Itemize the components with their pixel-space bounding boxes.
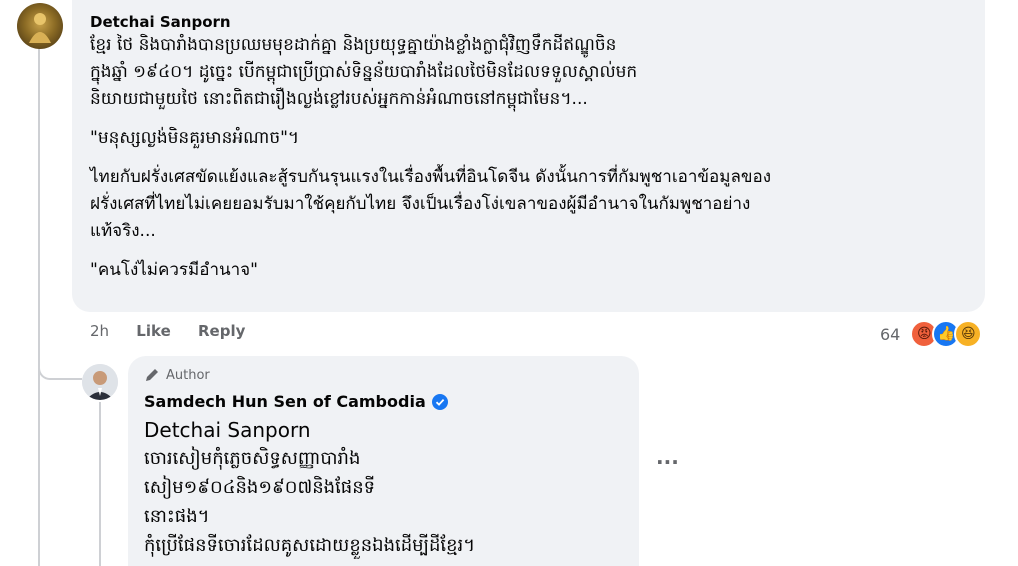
comment-bubble: Detchai Sanporn ខ្មែរ ថៃ និងបារាំងបានប្រ… bbox=[72, 0, 985, 312]
reply-author[interactable]: Samdech Hun Sen of Cambodia bbox=[144, 392, 426, 411]
comment-body: ខ្មែរ ថៃ និងបារាំងបានប្រឈមមុខដាក់គ្នា និ… bbox=[90, 32, 771, 284]
comment-line: ไทยกับฝรั่งเศสขัดแย้งและสู้รบกันรุนแรงใน… bbox=[90, 167, 772, 187]
thread-line-reply bbox=[99, 402, 101, 566]
comment-line: "คนโง่ไม่ควรมีอำนาจ" bbox=[90, 260, 258, 280]
person-photo-icon bbox=[82, 364, 118, 400]
verified-badge-icon bbox=[431, 393, 448, 410]
avatar[interactable] bbox=[17, 3, 63, 49]
like-button[interactable]: Like bbox=[136, 322, 170, 340]
reply-line: កុំប្រើផែនទីចោរដែលគូសដោយខ្លួនឯងដើម្បីដីខ… bbox=[144, 535, 476, 556]
haha-reaction-icon: 😆 bbox=[954, 320, 983, 348]
reply-body: Detchai Sanporn ចោរសៀមកុំភ្លេចសិទ្ធសញ្ញា… bbox=[144, 416, 475, 560]
reply-avatar[interactable] bbox=[82, 364, 118, 400]
comment-actions: 2h Like Reply bbox=[90, 322, 267, 340]
comment-line: ក្នុងឆ្នាំ ១៩៤០។ ដូច្នេះ បើកម្ពុជាប្រើប្… bbox=[90, 62, 638, 82]
reaction-summary[interactable]: 64 😡 👍 😆 bbox=[880, 320, 983, 348]
thread-line-main bbox=[38, 48, 40, 566]
pen-icon bbox=[146, 369, 158, 381]
reply-line: នោះផង។ bbox=[144, 506, 210, 527]
more-options-button[interactable]: ··· bbox=[656, 450, 679, 474]
reply-line: ចោរសៀមកុំភ្លេចសិទ្ធសញ្ញាបារាំង bbox=[144, 448, 361, 469]
comment-line: แท้จริง... bbox=[90, 221, 156, 241]
mention-link[interactable]: Detchai Sanporn bbox=[144, 416, 475, 444]
comment-line: ฝรั่งเศสที่ไทยไม่เคยยอมรับมาใช้คุยกับไทย… bbox=[90, 194, 751, 214]
comment-line: និយាយជាមួយថៃ នោះពិតជារឿងល្ងង់ខ្លៅរបស់អ្ន… bbox=[90, 89, 588, 109]
reaction-count[interactable]: 64 bbox=[880, 325, 900, 344]
comment-author[interactable]: Detchai Sanporn bbox=[90, 13, 231, 31]
reply-author-row: Samdech Hun Sen of Cambodia bbox=[144, 392, 448, 411]
reply-bubble: Author Samdech Hun Sen of Cambodia Detch… bbox=[128, 356, 639, 566]
comment-time[interactable]: 2h bbox=[90, 322, 109, 340]
reply-button[interactable]: Reply bbox=[198, 322, 245, 340]
buddha-image-icon bbox=[29, 13, 51, 43]
thread-line-branch bbox=[38, 360, 82, 380]
author-badge: Author bbox=[144, 367, 210, 383]
comment-line: "មនុស្សល្ងង់មិនគួរមានអំណាច"។ bbox=[90, 128, 300, 148]
comment-line: ខ្មែរ ថៃ និងបារាំងបានប្រឈមមុខដាក់គ្នា និ… bbox=[90, 35, 617, 55]
author-badge-label: Author bbox=[166, 367, 210, 383]
reply-line: សៀម១៩០៤និង១៩០៧និងផែនទី bbox=[144, 477, 376, 498]
